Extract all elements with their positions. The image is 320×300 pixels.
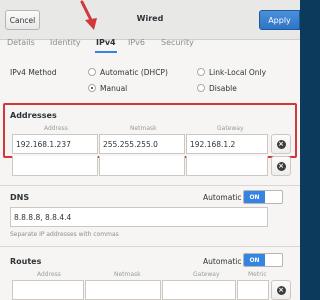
routes-automatic-switch[interactable]: ON	[243, 253, 283, 267]
column-header-gateway: Gateway	[193, 271, 220, 278]
column-header-netmask: Netmask	[114, 271, 141, 278]
radio-manual[interactable]	[88, 84, 96, 92]
address-field-empty[interactable]	[12, 156, 98, 176]
section-divider	[0, 185, 300, 186]
ipv4-method-label: IPv4 Method	[10, 68, 57, 77]
column-header-address: Address	[37, 271, 61, 278]
red-arrow-icon	[80, 0, 97, 30]
dns-servers-field[interactable]: 8.8.8.8, 8.8.4.4	[10, 207, 268, 227]
addresses-highlight-box	[3, 103, 297, 158]
route-metric-field[interactable]	[237, 280, 269, 300]
remove-icon: ×	[276, 161, 286, 171]
column-header-metric: Metric	[248, 271, 267, 278]
switch-on-label: ON	[244, 254, 265, 266]
radio-disable[interactable]	[197, 84, 205, 92]
dialog-title: Wired	[136, 14, 164, 23]
network-settings-dialog: Cancel Wired Apply Details Identity IPv4…	[0, 0, 300, 300]
route-netmask-field[interactable]	[85, 280, 161, 300]
section-divider	[0, 246, 300, 247]
active-tab-indicator	[95, 51, 117, 53]
tab-bar: Details Identity IPv4 IPv6 Security	[0, 33, 300, 53]
tab-ipv4[interactable]: IPv4	[96, 38, 116, 47]
tab-security[interactable]: Security	[161, 38, 194, 47]
delete-empty-row-button[interactable]: ×	[271, 156, 291, 176]
tab-ipv6[interactable]: IPv6	[128, 38, 145, 47]
dns-title: DNS	[10, 193, 30, 202]
radio-link-local-only[interactable]	[197, 68, 205, 76]
radio-label-manual: Manual	[100, 84, 128, 93]
routes-title: Routes	[10, 257, 42, 266]
radio-label-automatic-dhcp: Automatic (DHCP)	[100, 68, 168, 77]
tab-details[interactable]: Details	[7, 38, 35, 47]
route-address-field[interactable]	[12, 280, 84, 300]
switch-on-label: ON	[244, 191, 265, 203]
routes-automatic-label: Automatic	[203, 257, 242, 266]
delete-route-button[interactable]: ×	[271, 280, 291, 300]
apply-button[interactable]: Apply	[259, 10, 300, 30]
route-gateway-field[interactable]	[162, 280, 236, 300]
gateway-field-empty[interactable]	[186, 156, 268, 176]
radio-label-disable: Disable	[209, 84, 237, 93]
dns-automatic-label: Automatic	[203, 193, 242, 202]
tab-identity[interactable]: Identity	[50, 38, 81, 47]
dns-automatic-switch[interactable]: ON	[243, 190, 283, 204]
radio-automatic-dhcp[interactable]	[88, 68, 96, 76]
remove-icon: ×	[276, 285, 286, 295]
dns-hint: Separate IP addresses with commas	[10, 231, 119, 238]
netmask-field-empty[interactable]	[99, 156, 185, 176]
radio-label-link-local-only: Link-Local Only	[209, 68, 267, 77]
